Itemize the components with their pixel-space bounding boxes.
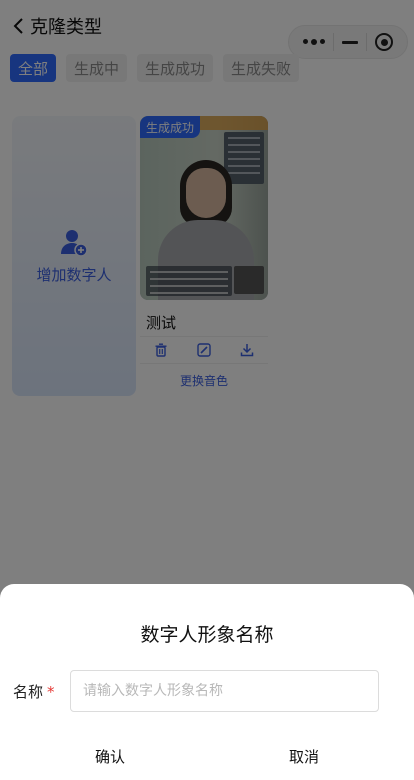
name-field-label: 名称 * <box>13 681 55 702</box>
name-dialog: 数字人形象名称 名称* 确认 取消 <box>0 584 414 780</box>
name-input[interactable] <box>70 670 379 712</box>
confirm-button[interactable]: 确认 <box>50 744 170 768</box>
dialog-title: 数字人形象名称 <box>140 624 274 646</box>
name-label-text: 名称 <box>13 683 44 701</box>
required-mark: * <box>47 683 55 701</box>
cancel-button[interactable]: 取消 <box>244 744 364 768</box>
